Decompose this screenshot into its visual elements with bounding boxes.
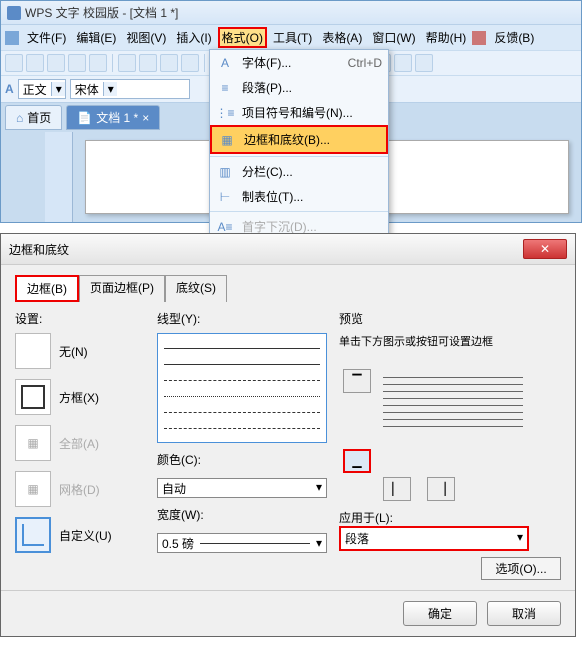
copy-icon[interactable] [139, 54, 157, 72]
menu-insert[interactable]: 插入(I) [172, 27, 215, 48]
open-icon[interactable] [26, 54, 44, 72]
menu-view[interactable]: 视图(V) [122, 27, 170, 48]
opt-custom[interactable]: 自定义(U) [15, 517, 145, 553]
tab-shading[interactable]: 底纹(S) [165, 275, 227, 302]
border-right-button[interactable]: ▕ [427, 477, 455, 501]
tab-doc1[interactable]: 📄文档 1 *× [66, 105, 160, 130]
menu-tools[interactable]: 工具(T) [269, 27, 316, 48]
border-bottom-button[interactable]: ▁ [343, 449, 371, 473]
all-icon: ▦ [15, 425, 51, 461]
more-icon[interactable] [415, 54, 433, 72]
menu-borders-item[interactable]: ▦边框和底纹(B)... [210, 125, 388, 154]
font-combo[interactable]: 宋体▾ [70, 79, 190, 99]
menu-columns-item[interactable]: ▥分栏(C)... [210, 159, 388, 184]
borders-icon: ▦ [218, 132, 236, 148]
linetype-label: 线型(Y): [157, 310, 327, 327]
paste-icon[interactable] [160, 54, 178, 72]
fmt-painter-icon[interactable] [181, 54, 199, 72]
symbol-icon[interactable] [394, 54, 412, 72]
opt-grid[interactable]: ▦网格(D) [15, 471, 145, 507]
linetype-list[interactable] [157, 333, 327, 443]
menu-paragraph-item[interactable]: ≡段落(P)... [210, 75, 388, 100]
menu-bullets-item[interactable]: ⋮≡项目符号和编号(N)... [210, 100, 388, 125]
color-select[interactable]: 自动▾ [157, 478, 327, 498]
applyto-select[interactable]: 段落▾ [339, 526, 529, 551]
tab-border[interactable]: 边框(B) [15, 275, 79, 302]
menu-edit[interactable]: 编辑(E) [72, 27, 120, 48]
menu-file[interactable]: 文件(F) [23, 27, 70, 48]
menu-help[interactable]: 帮助(H) [422, 27, 471, 48]
dialog-title: 边框和底纹 [9, 241, 523, 258]
app-icon [7, 6, 21, 20]
menu-font-item[interactable]: A字体(F)...Ctrl+D [210, 50, 388, 75]
style-a-icon: A [5, 82, 14, 96]
border-top-button[interactable]: ▔ [343, 369, 371, 393]
opt-all[interactable]: ▦全部(A) [15, 425, 145, 461]
opt-box[interactable]: 方框(X) [15, 379, 145, 415]
tab-page-border[interactable]: 页面边框(P) [79, 275, 165, 302]
border-left-button[interactable]: ▏ [383, 477, 411, 501]
box-icon [15, 379, 51, 415]
menu-window[interactable]: 窗口(W) [368, 27, 419, 48]
width-label: 宽度(W): [157, 506, 327, 523]
font-icon: A [216, 55, 234, 71]
print-icon[interactable] [68, 54, 86, 72]
tab-home[interactable]: ⌂首页 [5, 105, 62, 130]
paragraph-icon: ≡ [216, 80, 234, 96]
menu-tabs-item[interactable]: ⊢制表位(T)... [210, 184, 388, 209]
ruler-vertical[interactable] [45, 132, 73, 222]
menubar: 文件(F) 编辑(E) 视图(V) 插入(I) 格式(O) 工具(T) 表格(A… [1, 24, 581, 50]
grid-icon: ▦ [15, 471, 51, 507]
opt-none[interactable]: 无(N) [15, 333, 145, 369]
wps-icon[interactable] [5, 31, 19, 45]
style-combo[interactable]: 正文▾ [18, 79, 66, 99]
preview-icon[interactable] [89, 54, 107, 72]
window-title: WPS 文字 校园版 - [文档 1 *] [25, 4, 178, 21]
menu-feedback[interactable]: 反馈(B) [490, 27, 538, 48]
menu-format[interactable]: 格式(O) [218, 27, 267, 48]
color-label: 颜色(C): [157, 451, 327, 468]
options-button[interactable]: 选项(O)... [481, 557, 561, 580]
menu-table[interactable]: 表格(A) [318, 27, 366, 48]
setting-label: 设置: [15, 310, 145, 327]
save-icon[interactable] [47, 54, 65, 72]
cut-icon[interactable] [118, 54, 136, 72]
tabstop-icon: ⊢ [216, 189, 234, 205]
ok-button[interactable]: 确定 [403, 601, 477, 626]
custom-icon [15, 517, 51, 553]
columns-icon: ▥ [216, 164, 234, 180]
applyto-label: 应用于(L): [339, 509, 561, 526]
none-icon [15, 333, 51, 369]
close-button[interactable]: ✕ [523, 239, 567, 259]
cancel-button[interactable]: 取消 [487, 601, 561, 626]
preview-label: 预览 [339, 310, 561, 327]
preview-hint: 单击下方图示或按钮可设置边框 [339, 333, 561, 349]
width-select[interactable]: 0.5 磅▾ [157, 533, 327, 553]
titlebar: WPS 文字 校园版 - [文档 1 *] [1, 1, 581, 24]
new-icon[interactable] [5, 54, 23, 72]
borders-dialog: 边框和底纹 ✕ 边框(B) 页面边框(P) 底纹(S) 设置: 无(N) 方框(… [0, 233, 576, 637]
feedback-icon[interactable] [472, 31, 486, 45]
preview-pane: ▔ ▁ [339, 353, 561, 473]
bullets-icon: ⋮≡ [216, 105, 234, 121]
